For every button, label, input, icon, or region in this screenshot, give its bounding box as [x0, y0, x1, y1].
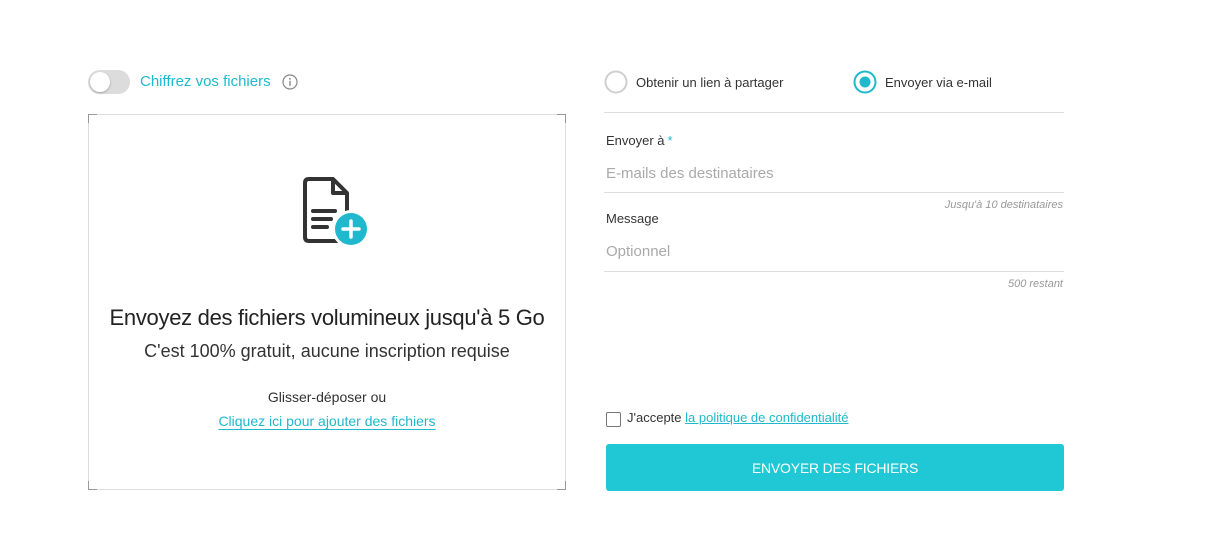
message-input[interactable] [606, 241, 1062, 261]
send-files-button[interactable]: ENVOYER DES FICHIERS [606, 444, 1064, 491]
radio-send-email[interactable] [853, 70, 877, 94]
recipients-label: Envoyer à * [606, 133, 673, 148]
recipients-underline [604, 192, 1064, 193]
consent-prefix: J'accepte [627, 410, 682, 425]
recipients-hint: Jusqu'à 10 destinataires [944, 199, 1063, 211]
dropzone-subtitle: C'est 100% gratuit, aucune inscription r… [144, 341, 510, 361]
radio-share-link-label[interactable]: Obtenir un lien à partager [636, 75, 783, 90]
drag-drop-text: Glisser-déposer ou [267, 389, 387, 405]
privacy-consent-text: J'accepte la politique de confidentialit… [627, 410, 848, 425]
message-label: Message [606, 211, 659, 226]
privacy-policy-link[interactable]: la politique de confidentialité [685, 410, 848, 425]
recipients-label-text: Envoyer à [606, 133, 665, 148]
file-dropzone[interactable]: Envoyez des fichiers volumineux jusqu'à … [88, 114, 566, 490]
info-icon[interactable] [282, 74, 298, 90]
dropzone-corner [557, 114, 566, 123]
divider [604, 112, 1064, 113]
add-files-link-wrapper: Cliquez ici pour ajouter des fichiers [89, 413, 565, 431]
message-underline [604, 271, 1064, 272]
required-mark: * [667, 133, 673, 148]
radio-share-link[interactable] [604, 70, 628, 94]
file-add-icon[interactable] [297, 175, 373, 251]
recipients-email-input[interactable] [606, 163, 1062, 183]
encrypt-label[interactable]: Chiffrez vos fichiers [140, 73, 271, 90]
dropzone-title: Envoyez des fichiers volumineux jusqu'à … [109, 305, 545, 330]
encrypt-toggle[interactable] [88, 70, 130, 94]
dropzone-corner [88, 481, 97, 490]
privacy-consent-checkbox[interactable] [606, 412, 621, 427]
dropzone-corner [88, 114, 97, 123]
dropzone-corner [557, 481, 566, 490]
message-char-counter: 500 restant [1007, 278, 1063, 290]
toggle-knob [90, 72, 110, 92]
radio-send-email-label[interactable]: Envoyer via e-mail [885, 75, 992, 90]
add-files-link[interactable]: Cliquez ici pour ajouter des fichiers [218, 413, 435, 429]
